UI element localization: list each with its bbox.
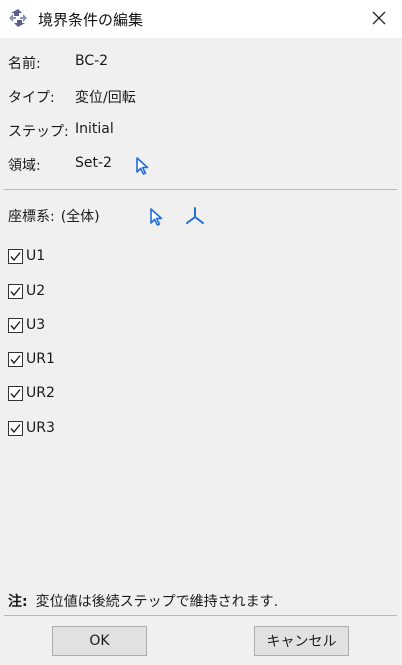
dof-label: UR2 (26, 385, 55, 401)
dof-label: U3 (26, 317, 46, 333)
checkbox[interactable] (8, 283, 23, 299)
dof-checkbox-u3[interactable]: U3 (8, 315, 45, 335)
name-row: 名前: BC-2 (8, 52, 388, 74)
region-row: 領域: Set-2 (8, 154, 388, 176)
title-bar: 境界条件の編集 (0, 0, 402, 38)
name-value: BC-2 (75, 53, 109, 69)
step-label: ステップ: (8, 124, 69, 140)
dof-checkbox-u1[interactable]: U1 (8, 246, 45, 266)
close-button[interactable] (364, 4, 394, 32)
cancel-button[interactable]: キャンセル (254, 626, 349, 656)
dof-label: UR3 (26, 420, 55, 436)
check-icon (10, 354, 21, 364)
checkbox[interactable] (8, 317, 23, 333)
dof-checkbox-ur2[interactable]: UR2 (8, 383, 55, 403)
step-row: ステップ: Initial (8, 120, 388, 142)
note: 注: 変位値は後続ステップで維持されます. (8, 591, 278, 611)
region-value: Set-2 (75, 155, 112, 171)
dof-label: U1 (26, 248, 46, 264)
checkbox[interactable] (8, 420, 23, 436)
type-row: タイプ: 変位/回転 (8, 86, 388, 108)
check-icon (10, 320, 21, 330)
check-icon (10, 388, 21, 398)
check-icon (10, 251, 21, 261)
region-label: 領域: (8, 158, 41, 174)
cursor-arrow-icon (136, 157, 149, 175)
dof-label: U2 (26, 283, 46, 299)
check-icon (10, 286, 21, 296)
csys-value: (全体) (60, 209, 100, 225)
ok-button[interactable]: OK (52, 626, 147, 656)
step-value: Initial (75, 121, 114, 137)
csys-axes-icon (186, 207, 204, 224)
cursor-arrow-icon (150, 208, 163, 226)
app-icon (8, 8, 28, 28)
separator (4, 615, 397, 616)
csys-select-button[interactable] (148, 207, 166, 227)
close-icon (372, 11, 386, 25)
window-title: 境界条件の編集 (38, 11, 144, 29)
check-icon (10, 423, 21, 433)
checkbox[interactable] (8, 248, 23, 264)
checkbox[interactable] (8, 351, 23, 367)
checkbox[interactable] (8, 385, 23, 401)
csys-row: 座標系: (全体) (8, 205, 388, 227)
dof-checkbox-u2[interactable]: U2 (8, 281, 45, 301)
separator (4, 189, 397, 190)
note-prefix: 注: (8, 594, 28, 610)
note-text: 変位値は後続ステップで維持されます. (35, 594, 279, 610)
type-label: タイプ: (8, 90, 55, 106)
csys-create-button[interactable] (184, 206, 206, 226)
boundary-condition-dialog: 境界条件の編集 名前: BC-2 タイプ: 変位/回転 ステップ: Initia… (0, 0, 402, 665)
dof-label: UR1 (26, 351, 55, 367)
region-select-button[interactable] (134, 156, 152, 176)
dof-checkbox-ur3[interactable]: UR3 (8, 418, 55, 438)
csys-label: 座標系: (8, 209, 55, 225)
type-value: 変位/回転 (75, 90, 136, 106)
name-label: 名前: (8, 56, 41, 72)
dof-checkbox-ur1[interactable]: UR1 (8, 349, 55, 369)
